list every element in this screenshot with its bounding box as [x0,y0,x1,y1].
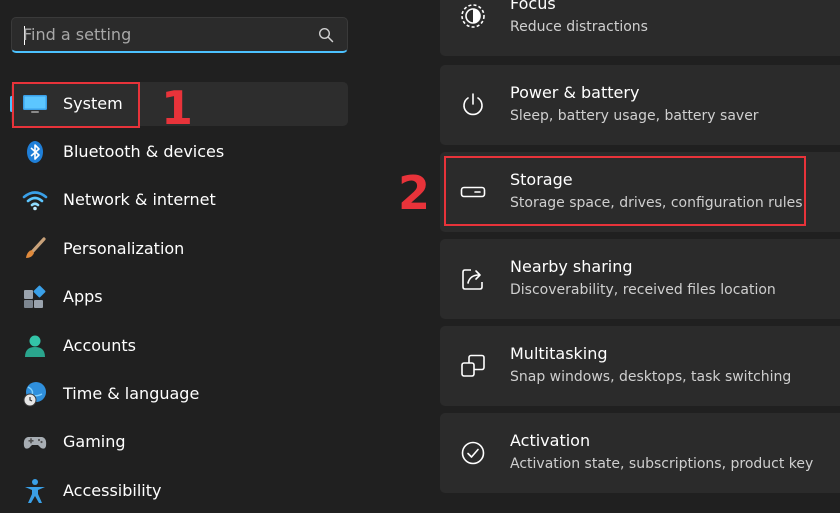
sidebar-item-label: Apps [63,287,103,306]
setting-card-subtitle: Discoverability, received files location [510,282,776,298]
sidebar-item-label: Time & language [63,384,200,403]
multitasking-icon [461,354,485,377]
gamepad-icon [23,437,47,449]
setting-card-title: Multitasking [510,344,608,363]
sidebar-item-label: Accounts [63,336,136,355]
sidebar-item-gaming[interactable]: Gaming [11,420,348,464]
apps-icon [24,285,46,308]
focus-icon [461,4,485,28]
sidebar-item-label: Personalization [63,239,185,258]
step-number-1: 1 [161,81,194,135]
sidebar-item-bluetooth[interactable]: Bluetooth & devices [11,130,348,174]
search-icon[interactable] [318,27,334,43]
wifi-icon [22,191,48,211]
sidebar-item-personalization[interactable]: Personalization [11,227,348,271]
bluetooth-icon [27,141,43,163]
sidebar-item-label: Bluetooth & devices [63,142,225,161]
search-box[interactable] [11,17,348,53]
setting-card-subtitle: Reduce distractions [510,19,648,35]
setting-card-title: Activation [510,431,591,450]
setting-card-title: Focus [510,0,556,13]
brush-icon [26,237,46,258]
setting-card-title: Nearby sharing [510,257,633,276]
sidebar-item-time-language[interactable]: Time & language [11,372,348,416]
highlight-box-system [12,82,140,128]
setting-card-nearby-sharing[interactable]: Nearby sharing Discoverability, received… [440,239,840,319]
search-input[interactable] [23,18,303,51]
accessibility-icon [25,479,45,503]
person-icon [25,335,45,357]
setting-card-subtitle: Sleep, battery usage, battery saver [510,108,759,124]
setting-card-multitasking[interactable]: Multitasking Snap windows, desktops, tas… [440,326,840,406]
sidebar-item-accessibility[interactable]: Accessibility [11,469,348,513]
step-number-2: 2 [398,166,431,220]
sidebar-item-apps[interactable]: Apps [11,275,348,319]
check-circle-icon [461,441,485,465]
setting-card-power-battery[interactable]: Power & battery Sleep, battery usage, ba… [440,65,840,145]
setting-card-subtitle: Snap windows, desktops, task switching [510,369,792,385]
sidebar-item-network[interactable]: Network & internet [11,178,348,222]
highlight-box-storage [444,156,806,226]
setting-card-focus[interactable]: Focus Reduce distractions [440,0,840,56]
share-icon [462,269,483,290]
sidebar-item-accounts[interactable]: Accounts [11,324,348,368]
setting-card-subtitle: Activation state, subscriptions, product… [510,456,814,472]
globe-clock-icon [23,382,46,407]
sidebar-item-label: Accessibility [63,481,162,500]
setting-card-activation[interactable]: Activation Activation state, subscriptio… [440,413,840,493]
sidebar-item-label: Gaming [63,432,126,451]
sidebar-item-label: Network & internet [63,190,216,209]
power-icon [463,93,483,116]
setting-card-title: Power & battery [510,83,640,102]
